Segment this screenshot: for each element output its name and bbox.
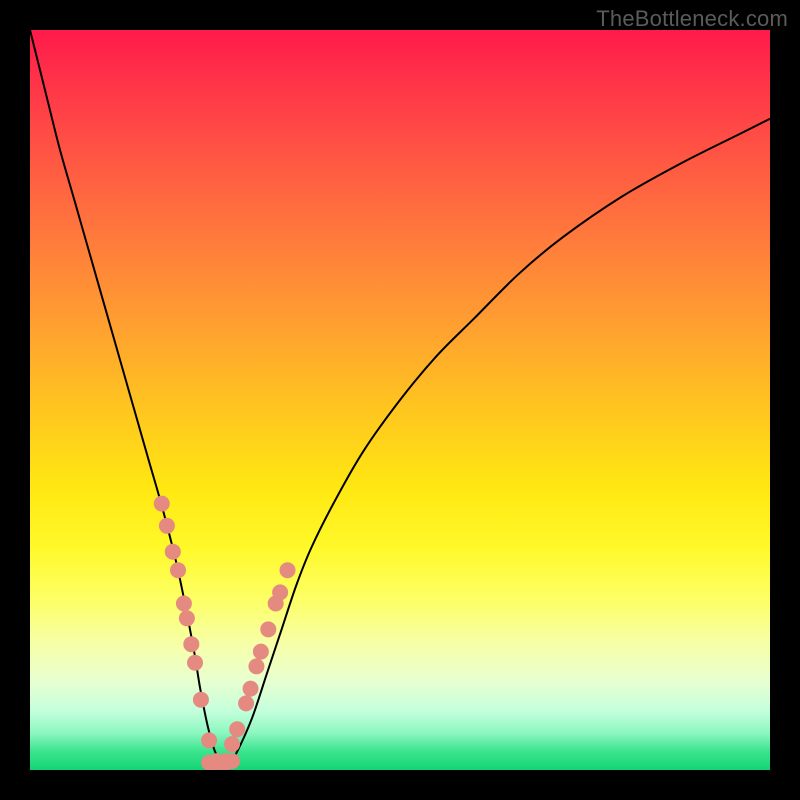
plot-area — [30, 30, 770, 770]
bottleneck-curve — [30, 30, 770, 764]
data-point-marker — [260, 621, 276, 637]
watermark-text: TheBottleneck.com — [596, 6, 788, 32]
data-point-marker — [201, 732, 217, 748]
data-point-marker — [183, 636, 199, 652]
data-point-marker — [176, 596, 192, 612]
data-point-marker — [179, 610, 195, 626]
data-point-marker — [159, 518, 175, 534]
data-point-marker — [224, 753, 240, 769]
data-point-marker — [170, 562, 186, 578]
data-point-marker — [187, 655, 203, 671]
data-point-marker — [253, 644, 269, 660]
chart-frame: TheBottleneck.com — [0, 0, 800, 800]
data-point-marker — [154, 496, 170, 512]
data-point-marker — [238, 695, 254, 711]
data-point-marker — [248, 658, 264, 674]
data-point-marker — [224, 736, 240, 752]
data-point-marker — [272, 584, 288, 600]
data-point-marker — [280, 562, 296, 578]
data-point-marker — [243, 681, 259, 697]
data-point-marker — [193, 692, 209, 708]
chart-svg-layer — [30, 30, 770, 770]
data-markers — [154, 496, 296, 770]
data-point-marker — [165, 544, 181, 560]
data-point-marker — [229, 721, 245, 737]
